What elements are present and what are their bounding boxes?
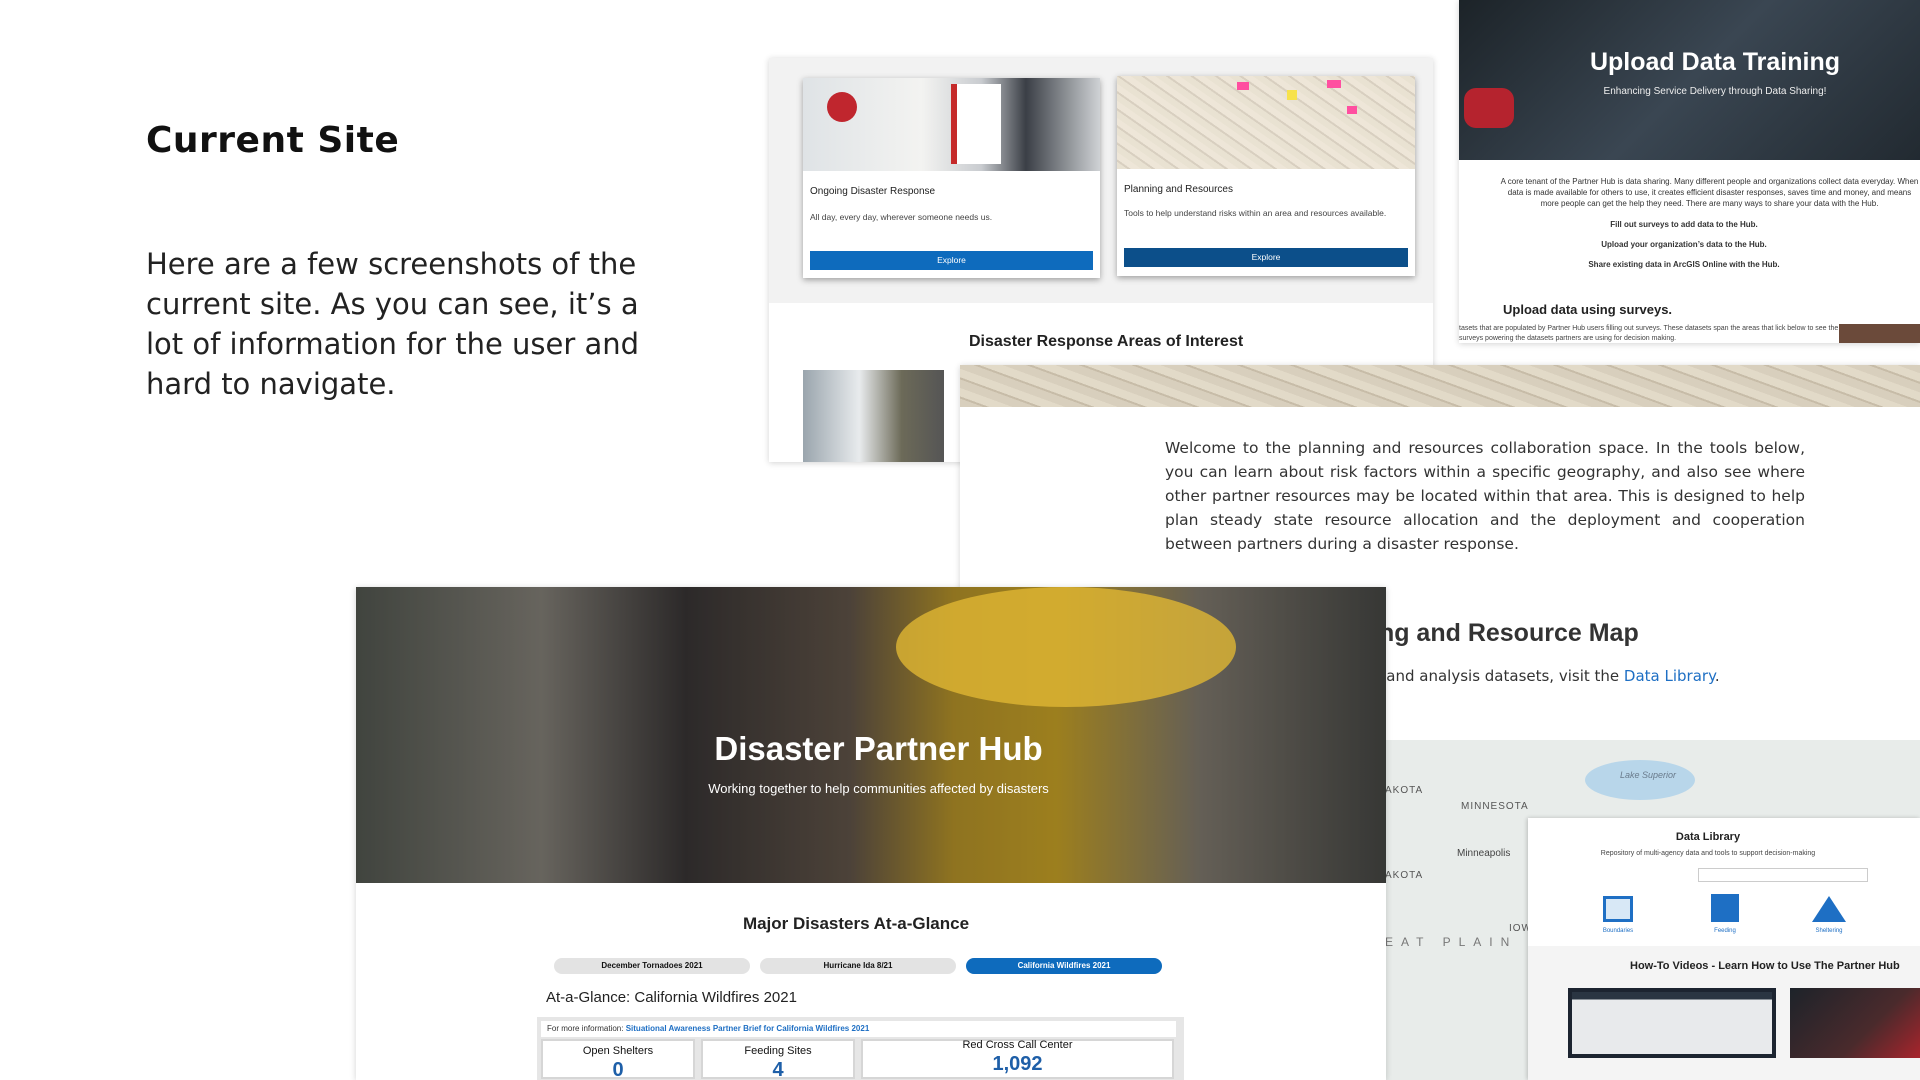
- hub-subtitle: Working together to help communities aff…: [708, 781, 1049, 796]
- upload-title: Upload Data Training: [1589, 48, 1841, 76]
- stat-value: 4: [772, 1059, 784, 1080]
- upload-thumbnail[interactable]: [1839, 324, 1920, 343]
- upload-link[interactable]: Upload your organization’s data to the H…: [1459, 240, 1909, 249]
- library-search-input[interactable]: [1698, 868, 1868, 882]
- video-thumbnail[interactable]: [1790, 988, 1920, 1058]
- screenshot-map: Lake Superior MINNESOTA Minneapolis AKOT…: [1385, 740, 1920, 1080]
- tab-december-tornadoes[interactable]: December Tornadoes 2021: [554, 958, 750, 974]
- description-text: Here are a few screenshots of the curren…: [146, 247, 640, 401]
- upload-subtitle: Enhancing Service Delivery through Data …: [1603, 86, 1827, 97]
- map-label: MINNESOTA: [1461, 801, 1529, 812]
- map-label: Lake Superior: [1620, 770, 1677, 780]
- upload-link[interactable]: Share existing data in ArcGIS Online wit…: [1459, 260, 1909, 269]
- explore-button[interactable]: Explore: [810, 251, 1093, 270]
- map-label: EAT PLAIN: [1385, 935, 1518, 949]
- glance-heading: Major Disasters At-a-Glance: [742, 914, 970, 933]
- data-library-panel: Data Library Repository of multi-agency …: [1528, 818, 1920, 1080]
- icon-label: Sheltering: [1815, 928, 1843, 934]
- library-subtitle: Repository of multi-agency data and tool…: [1600, 850, 1816, 857]
- card-image-truck: [803, 78, 1100, 171]
- stat-label: Red Cross Call Center: [962, 1039, 1073, 1051]
- map-label: AKOTA: [1385, 870, 1424, 881]
- card-disaster-response[interactable]: Ongoing Disaster Response All day, every…: [803, 78, 1100, 278]
- tab-california-wildfires[interactable]: California Wildfires 2021: [966, 958, 1162, 974]
- map-period: .: [1714, 667, 1720, 685]
- data-library-link[interactable]: Data Library: [1624, 667, 1715, 685]
- card-text: Tools to help understand risks within an…: [1124, 208, 1387, 218]
- stat-label: Open Shelters: [582, 1045, 654, 1057]
- card-title: Ongoing Disaster Response: [810, 186, 936, 197]
- welcome-text: Welcome to the planning and resources co…: [1165, 439, 1805, 553]
- card-title: Planning and Resources: [1124, 184, 1233, 195]
- library-title: Data Library: [1675, 831, 1741, 843]
- explore-button[interactable]: Explore: [1124, 248, 1408, 267]
- upload-hero: [1459, 0, 1920, 160]
- screenshot-upload: Upload Data Training Enhancing Service D…: [1459, 0, 1920, 343]
- map-text: g and analysis datasets, visit the: [1372, 667, 1620, 685]
- card-text: All day, every day, wherever someone nee…: [810, 212, 993, 222]
- page-title: Current Site: [146, 120, 400, 161]
- card-planning[interactable]: Planning and Resources Tools to help und…: [1117, 76, 1415, 276]
- feeding-icon[interactable]: [1711, 894, 1739, 922]
- card-image-map: [1117, 76, 1415, 169]
- boundaries-icon[interactable]: [1603, 896, 1633, 922]
- areas-heading: Disaster Response Areas of Interest: [969, 333, 1244, 350]
- icon-label: Feeding: [1714, 928, 1736, 934]
- stat-label: Feeding Sites: [744, 1045, 812, 1057]
- tab-hurricane-ida[interactable]: Hurricane Ida 8/21: [760, 958, 956, 974]
- glance-subheading: At-a-Glance: California Wildfires 2021: [546, 989, 797, 1006]
- brief-link[interactable]: Situational Awareness Partner Brief for …: [626, 1024, 870, 1033]
- stats-panel: For more information: Situational Awaren…: [537, 1017, 1184, 1080]
- stat-feeding-sites: Feeding Sites 4: [701, 1039, 855, 1080]
- map-label: Minneapolis: [1457, 848, 1511, 859]
- sheltering-icon[interactable]: [1812, 896, 1846, 922]
- videos-heading: How-To Videos - Learn How to Use The Par…: [1630, 960, 1900, 972]
- upload-body: A core tenant of the Partner Hub is data…: [1500, 177, 1919, 208]
- video-thumbnail[interactable]: [1568, 988, 1776, 1058]
- upload-section-text: tasets that are populated by Partner Hub…: [1459, 325, 1839, 342]
- screenshot-hub: Disaster Partner Hub Working together to…: [356, 587, 1386, 1080]
- stat-value: 1,092: [992, 1053, 1043, 1075]
- stat-open-shelters: Open Shelters 0: [541, 1039, 695, 1080]
- map-label: AKOTA: [1385, 785, 1424, 796]
- upload-link[interactable]: Fill out surveys to add data to the Hub.: [1459, 220, 1909, 229]
- stat-value: 0: [612, 1059, 624, 1080]
- lake-shape: [1585, 760, 1695, 800]
- stat-call-center: Red Cross Call Center 1,092: [861, 1039, 1174, 1079]
- area-thumbnail[interactable]: [803, 370, 944, 462]
- map-heading: ing and Resource Map: [1372, 619, 1639, 647]
- hub-title: Disaster Partner Hub: [714, 730, 1043, 767]
- planning-banner: [960, 365, 1920, 407]
- icon-label: Boundaries: [1602, 928, 1634, 934]
- info-prefix: For more information:: [547, 1024, 624, 1033]
- upload-section-heading: Upload data using surveys.: [1503, 302, 1673, 317]
